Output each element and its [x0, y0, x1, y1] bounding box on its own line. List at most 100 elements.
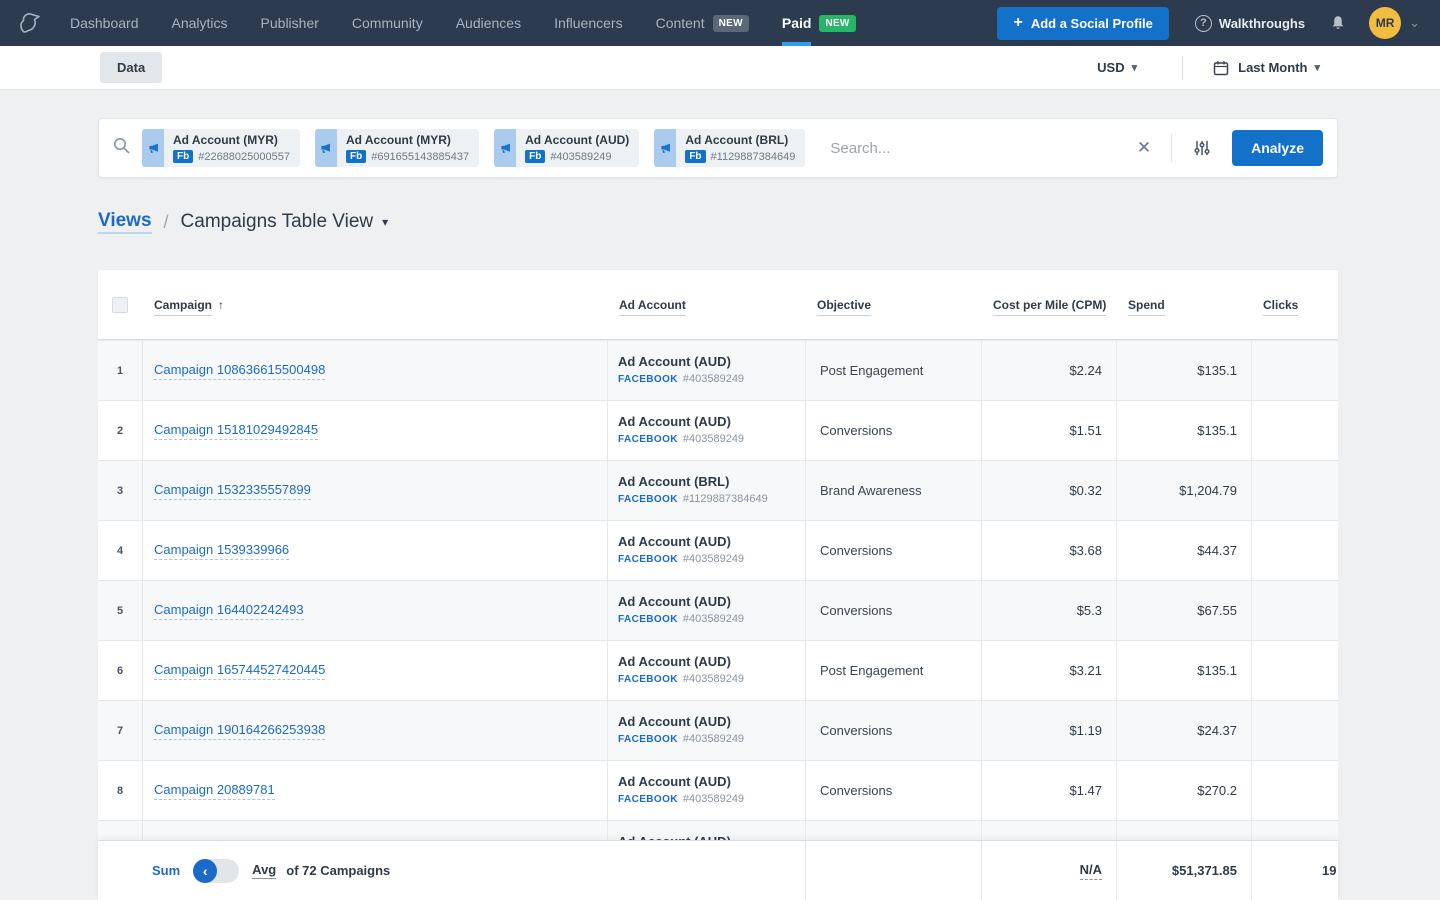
objective-cell: Conversions [805, 701, 981, 760]
sum-toggle-label[interactable]: Sum [152, 863, 180, 878]
column-header-spend[interactable]: Spend [1128, 298, 1165, 316]
analyze-button[interactable]: Analyze [1232, 130, 1323, 166]
clicks-cell [1251, 341, 1338, 400]
spend-cell: $1,204.79 [1116, 461, 1251, 520]
cpm-cell: $1.47 [981, 761, 1116, 820]
select-all-checkbox[interactable] [112, 297, 128, 313]
date-range-selector[interactable]: Last Month ▾ [1213, 60, 1320, 76]
cpm-cell: $3.21 [981, 641, 1116, 700]
nav-item-analytics[interactable]: Analytics [172, 0, 228, 46]
megaphone-icon [142, 129, 164, 167]
facebook-network-label: FACEBOOK [618, 554, 678, 565]
facebook-network-label: FACEBOOK [618, 734, 678, 745]
facebook-badge: Fb [525, 150, 545, 163]
facebook-network-label: FACEBOOK [618, 794, 678, 805]
ad-account-chip[interactable]: Ad Account (BRL) Fb #1129887384649 [654, 129, 805, 167]
column-header-ad-account[interactable]: Ad Account [619, 298, 686, 316]
facebook-network-label: FACEBOOK [618, 434, 678, 445]
nav-item-dashboard[interactable]: Dashboard [70, 0, 139, 46]
nav-item-paid[interactable]: Paid NEW [782, 0, 856, 46]
spend-cell: $270.2 [1116, 761, 1251, 820]
filter-settings-icon[interactable] [1182, 140, 1222, 156]
clicks-cell [1251, 401, 1338, 460]
campaigns-table: Campaign ↑ Ad Account Objective Cost per … [98, 270, 1338, 880]
currency-selector[interactable]: USD ▾ [1097, 60, 1137, 75]
ad-account-cell: Ad Account (AUD) FACEBOOK#403589249 [607, 701, 805, 760]
secondary-toolbar: Data USD ▾ Last Month ▾ [0, 46, 1440, 90]
nav-item-audiences[interactable]: Audiences [456, 0, 521, 46]
objective-cell: Conversions [805, 581, 981, 640]
table-row: 5 Campaign 164402242493 Ad Account (AUD)… [98, 580, 1338, 640]
notifications-bell-icon[interactable] [1329, 14, 1347, 32]
facebook-network-label: FACEBOOK [618, 494, 678, 505]
breadcrumb: Views / Campaigns Table View ▾ [98, 208, 1440, 236]
view-dropdown-chevron-icon[interactable]: ▾ [382, 215, 388, 229]
footer-cpm-total: N/A [981, 841, 1116, 900]
clicks-cell [1251, 461, 1338, 520]
question-icon: ? [1195, 15, 1212, 32]
column-header-cpm[interactable]: Cost per Mile (CPM) [993, 298, 1106, 316]
ad-account-cell: Ad Account (AUD) FACEBOOK#403589249 [607, 641, 805, 700]
breadcrumb-separator: / [164, 212, 169, 233]
ad-account-chip[interactable]: Ad Account (MYR) Fb #691655143885437 [315, 129, 479, 167]
campaign-link[interactable]: Campaign 20889781 [154, 782, 275, 800]
add-social-profile-button[interactable]: + Add a Social Profile [997, 7, 1168, 40]
toolbar-divider [1182, 56, 1183, 80]
ad-account-cell: Ad Account (BRL) FACEBOOK#1129887384649 [607, 461, 805, 520]
table-header-row: Campaign ↑ Ad Account Objective Cost per … [98, 270, 1338, 340]
table-row: 8 Campaign 20889781 Ad Account (AUD) FAC… [98, 760, 1338, 820]
nav-item-publisher[interactable]: Publisher [261, 0, 319, 46]
objective-cell: Conversions [805, 761, 981, 820]
column-header-objective[interactable]: Objective [817, 298, 871, 316]
table-row: 4 Campaign 1539339966 Ad Account (AUD) F… [98, 520, 1338, 580]
paid-new-badge: NEW [819, 15, 855, 32]
searchbar-divider [1171, 134, 1172, 162]
campaign-link[interactable]: Campaign 165744527420445 [154, 662, 325, 680]
nav-item-content[interactable]: Content NEW [656, 0, 749, 46]
nav-item-influencers[interactable]: Influencers [554, 0, 622, 46]
user-menu-chevron-icon[interactable]: ⌄ [1409, 15, 1420, 31]
ad-account-cell: Ad Account (AUD) FACEBOOK#403589249 [607, 341, 805, 400]
plus-icon: + [1013, 17, 1022, 29]
ad-account-chip[interactable]: Ad Account (AUD) Fb #403589249 [494, 129, 639, 167]
tab-data[interactable]: Data [100, 52, 162, 83]
walkthroughs-button[interactable]: ? Walkthroughs [1195, 15, 1305, 32]
campaign-link[interactable]: Campaign 15181029492845 [154, 422, 318, 440]
campaign-link[interactable]: Campaign 1539339966 [154, 542, 289, 560]
spend-cell: $24.37 [1116, 701, 1251, 760]
table-row: 1 Campaign 108636615500498 Ad Account (A… [98, 340, 1338, 400]
sum-avg-toggle[interactable]: ‹ [193, 859, 239, 883]
campaign-link[interactable]: Campaign 108636615500498 [154, 362, 325, 380]
views-link[interactable]: Views [98, 210, 152, 234]
campaign-link[interactable]: Campaign 190164266253938 [154, 722, 325, 740]
search-input[interactable] [830, 140, 1126, 157]
campaign-link[interactable]: Campaign 164402242493 [154, 602, 304, 620]
row-number: 3 [98, 485, 142, 497]
ad-account-cell: Ad Account (AUD) FACEBOOK#403589249 [607, 761, 805, 820]
ad-account-cell: Ad Account (AUD) FACEBOOK#403589249 [607, 401, 805, 460]
filter-search-bar: Ad Account (MYR) Fb #22688025000557 Ad A… [98, 118, 1338, 178]
table-row: 3 Campaign 1532335557899 Ad Account (BRL… [98, 460, 1338, 520]
nav-item-community[interactable]: Community [352, 0, 423, 46]
falcon-logo-icon[interactable] [16, 9, 60, 37]
clear-filters-icon[interactable]: ✕ [1127, 138, 1161, 158]
toggle-knob: ‹ [193, 859, 217, 883]
footer-objective-cell [805, 841, 981, 900]
row-number: 2 [98, 425, 142, 437]
avg-toggle-label[interactable]: Avg [252, 862, 276, 879]
table-row: 7 Campaign 190164266253938 Ad Account (A… [98, 700, 1338, 760]
current-view-label[interactable]: Campaigns Table View [181, 211, 374, 233]
ad-account-cell: Ad Account (AUD) FACEBOOK#403589249 [607, 521, 805, 580]
chip-account-id: #691655143885437 [371, 151, 469, 163]
cpm-cell: $1.19 [981, 701, 1116, 760]
spend-cell: $44.37 [1116, 521, 1251, 580]
user-avatar[interactable]: MR [1369, 7, 1401, 39]
calendar-icon [1213, 60, 1229, 76]
column-header-campaign[interactable]: Campaign [154, 298, 212, 316]
ad-account-chip[interactable]: Ad Account (MYR) Fb #22688025000557 [142, 129, 300, 167]
toolbar-right: USD ▾ Last Month ▾ [1097, 56, 1320, 80]
campaign-link[interactable]: Campaign 1532335557899 [154, 482, 311, 500]
column-header-clicks[interactable]: Clicks [1263, 298, 1298, 316]
sort-ascending-icon: ↑ [218, 298, 224, 312]
search-icon [113, 137, 130, 159]
